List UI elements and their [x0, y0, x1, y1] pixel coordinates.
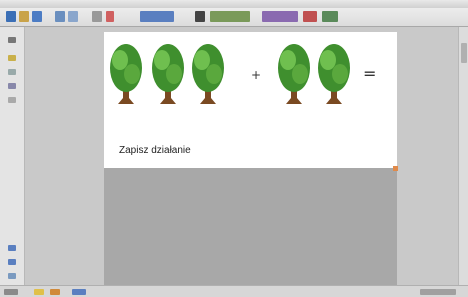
start-icon[interactable] — [4, 289, 18, 295]
plus-sign: + — [251, 68, 262, 82]
tray-icon — [420, 289, 456, 295]
pen-tool-icon[interactable] — [8, 55, 16, 61]
title-strip — [0, 0, 468, 8]
eraser-tool-icon[interactable] — [8, 97, 16, 103]
right-scroll-panel[interactable] — [458, 27, 468, 285]
shape-tool-icon[interactable] — [8, 69, 16, 75]
open-icon[interactable] — [19, 11, 29, 22]
color-icon[interactable] — [322, 11, 338, 22]
tree-icon — [110, 44, 142, 104]
delete-icon[interactable] — [106, 11, 114, 22]
scroll-thumb[interactable] — [461, 43, 467, 63]
tree-icon — [152, 44, 184, 104]
line-icon[interactable] — [210, 11, 250, 22]
zoom-icon[interactable] — [140, 11, 174, 22]
text-icon[interactable] — [303, 11, 317, 22]
tree-icon — [278, 44, 310, 104]
page-down-icon[interactable] — [8, 259, 16, 265]
eraser-icon[interactable] — [262, 11, 298, 22]
tree-icon — [192, 44, 224, 104]
select-tool-icon[interactable] — [8, 37, 16, 43]
app-icon[interactable] — [50, 289, 60, 295]
undo-icon[interactable] — [55, 11, 65, 22]
folder-icon[interactable] — [34, 289, 44, 295]
resize-handle[interactable] — [393, 166, 398, 171]
main-toolbar — [0, 0, 468, 27]
print-icon[interactable] — [92, 11, 102, 22]
status-bar — [0, 285, 468, 297]
equals-sign: = — [363, 64, 377, 83]
save-icon[interactable] — [32, 11, 42, 22]
settings-icon[interactable] — [8, 273, 16, 279]
window-icon[interactable] — [72, 289, 86, 295]
task-caption: Zapisz działanie — [119, 145, 191, 156]
new-icon[interactable] — [6, 11, 16, 22]
left-tool-panel — [0, 27, 25, 285]
tree-icon — [318, 44, 350, 104]
pen-icon[interactable] — [195, 11, 205, 22]
text-tool-icon[interactable] — [8, 83, 16, 89]
page-up-icon[interactable] — [8, 245, 16, 251]
redo-icon[interactable] — [68, 11, 78, 22]
empty-writing-area[interactable] — [104, 168, 397, 285]
